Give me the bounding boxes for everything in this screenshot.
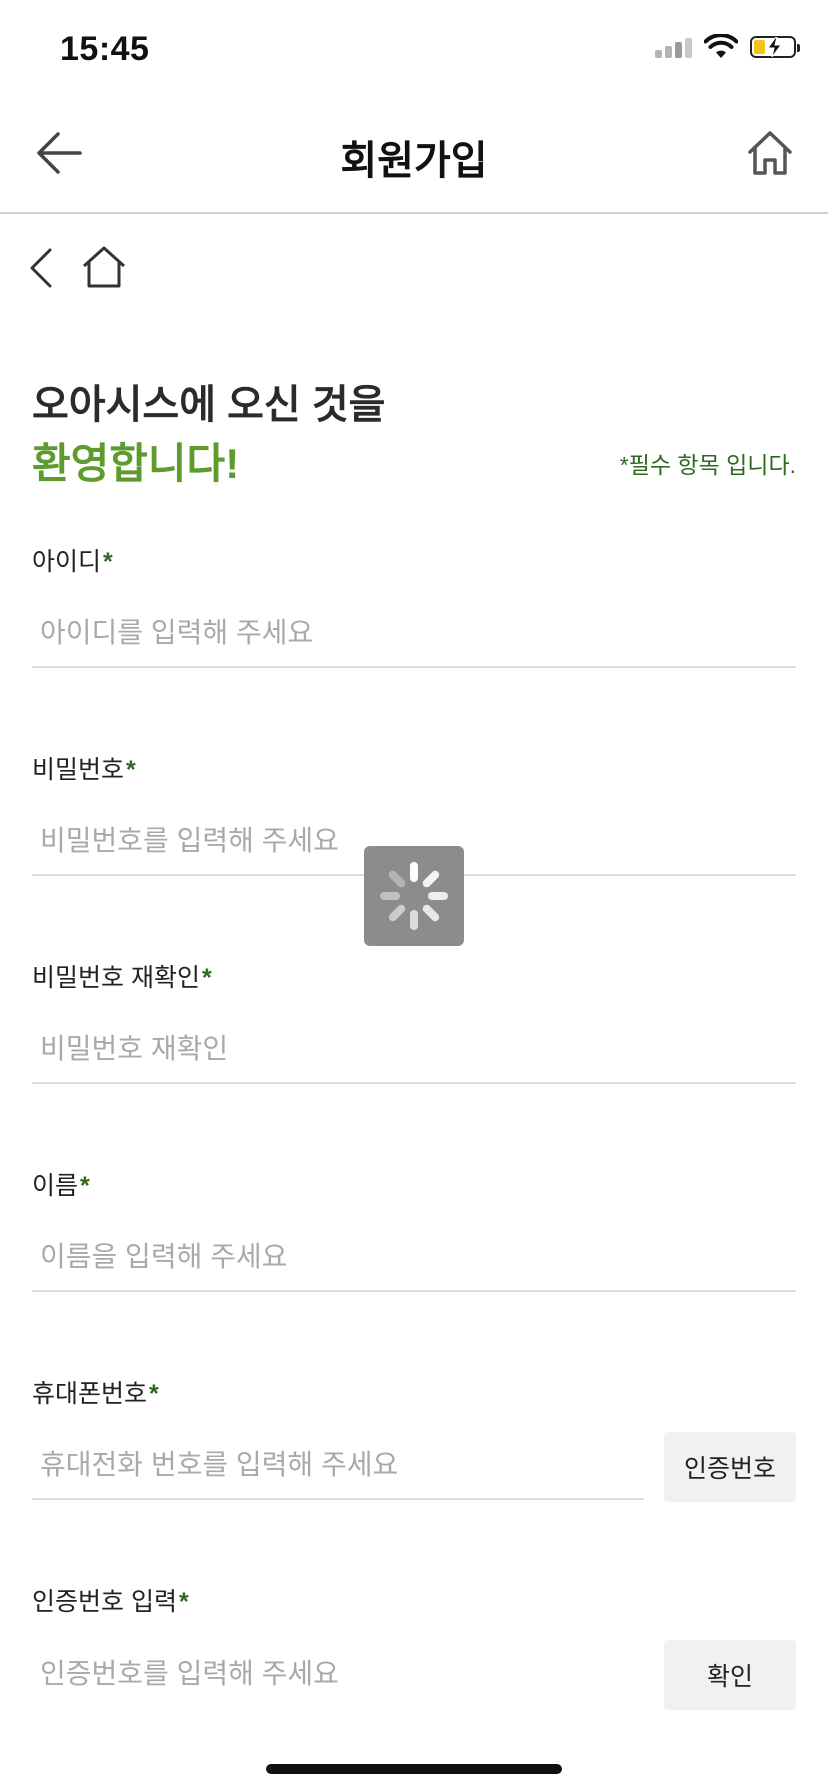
verification-code-label: 인증번호 입력* [32,1582,189,1618]
bolt-icon [767,37,782,57]
required-star: * [126,756,136,784]
password-confirm-input[interactable] [32,1016,796,1084]
phone-input[interactable] [32,1432,644,1500]
home-icon[interactable] [746,128,794,178]
signup-screen: 15:45 회원가입 오아시스에 오신 것을 환영합니다! *필수 항목 입니다… [0,0,828,1792]
welcome-heading: 오아시스에 오신 것을 [32,383,386,427]
password-confirm-label-text: 비밀번호 재확인 [32,964,200,992]
required-star: * [178,1588,189,1616]
battery-level [754,40,765,54]
loading-overlay [364,846,464,946]
id-label-text: 아이디 [32,548,102,576]
required-star: * [149,1380,159,1408]
phone-label-text: 휴대폰번호 [32,1380,148,1408]
chevron-left-icon[interactable] [26,246,56,290]
home-outline-icon[interactable] [82,246,126,288]
app-header: 회원가입 [0,100,828,214]
password-label-text: 비밀번호 [32,756,125,784]
page-title: 회원가입 [340,139,488,183]
verification-code-label-text: 인증번호 입력 [32,1588,177,1616]
battery-charging-icon [750,36,800,58]
id-label: 아이디* [32,542,113,578]
required-star: * [103,548,113,576]
name-label: 이름* [32,1166,90,1202]
status-icons [655,34,800,60]
required-star: * [201,964,212,992]
loading-spinner-icon [380,862,448,930]
password-label: 비밀번호* [32,750,136,786]
name-label-text: 이름 [32,1172,79,1200]
welcome-highlight: 환영합니다! [32,440,240,487]
required-note: *필수 항목 입니다. [619,452,796,478]
cellular-signal-icon [655,36,692,58]
home-indicator[interactable] [266,1764,562,1774]
phone-label: 휴대폰번호* [32,1374,159,1410]
required-star: * [80,1172,90,1200]
password-confirm-label: 비밀번호 재확인* [32,958,212,994]
wifi-icon [704,34,738,58]
name-input[interactable] [32,1224,796,1292]
status-time: 15:45 [60,30,150,68]
verification-code-input[interactable] [32,1640,644,1708]
request-code-button[interactable]: 인증번호 [664,1432,796,1502]
id-input[interactable] [32,600,796,668]
confirm-button[interactable]: 확인 [664,1640,796,1710]
status-bar: 15:45 [0,0,828,100]
